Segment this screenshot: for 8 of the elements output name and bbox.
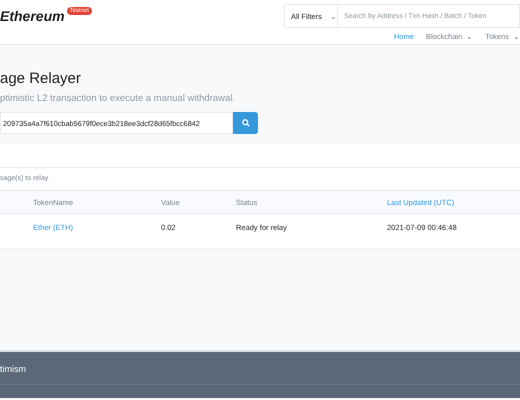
search-button[interactable] xyxy=(233,112,258,134)
caret-icon: ⌄ xyxy=(513,32,520,41)
page-subtitle: ptimistic L2 transaction to execute a manual withdrawal. xyxy=(0,93,236,104)
caret-icon: ⌄ xyxy=(466,32,474,41)
search-icon xyxy=(242,119,250,127)
caret-icon: ⌄ xyxy=(330,12,337,20)
page-title: age Relayer xyxy=(0,70,82,87)
logo-text[interactable]: Ethereum xyxy=(0,8,65,24)
